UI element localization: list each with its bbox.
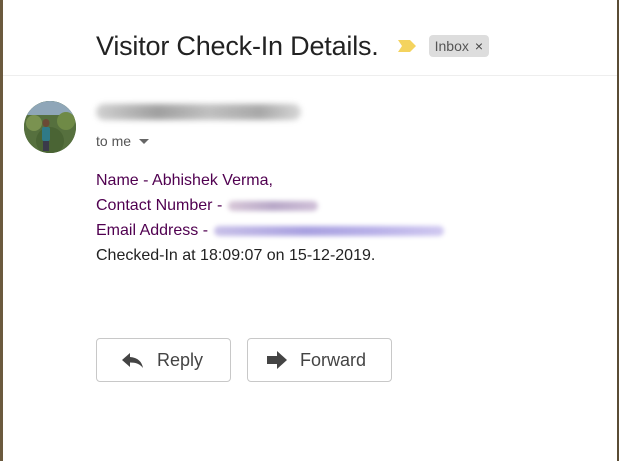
inbox-label-chip[interactable]: Inbox × [428,35,490,57]
body-name-line: Name - Abhishek Verma, [96,172,273,189]
email-body: Name - Abhishek Verma, Contact Number - … [96,168,445,268]
contact-label: Contact Number - [96,197,223,214]
email-subject: Visitor Check-In Details. [96,30,379,61]
contact-number-redacted [228,200,319,211]
subject-row: Visitor Check-In Details. Inbox × [96,28,490,64]
reply-label: Reply [157,349,204,370]
forward-label: Forward [300,349,367,370]
caret-down-icon[interactable] [139,138,150,144]
reply-arrow-icon [122,353,143,368]
header-divider [3,75,617,76]
body-checkin-line: Checked-In at 18:09:07 on 15-12-2019. [96,247,376,264]
body-contact-line: Contact Number - [96,193,444,218]
body-email-line: Email Address - [96,218,445,243]
recipient-text: to me [96,133,132,149]
remove-label-icon[interactable]: × [475,38,483,54]
forward-button[interactable]: Forward [247,338,392,382]
reply-button[interactable]: Reply [96,338,231,382]
sender-name-redacted [96,104,301,120]
email-label: Email Address - [96,222,209,239]
inbox-label-text: Inbox [434,38,469,54]
sender-avatar[interactable] [24,101,76,153]
forward-arrow-icon [267,351,287,369]
window-edge-left [0,0,3,461]
importance-marker-icon[interactable] [397,39,417,53]
recipient-details[interactable]: to me [96,133,150,149]
email-address-redacted[interactable] [214,225,445,236]
